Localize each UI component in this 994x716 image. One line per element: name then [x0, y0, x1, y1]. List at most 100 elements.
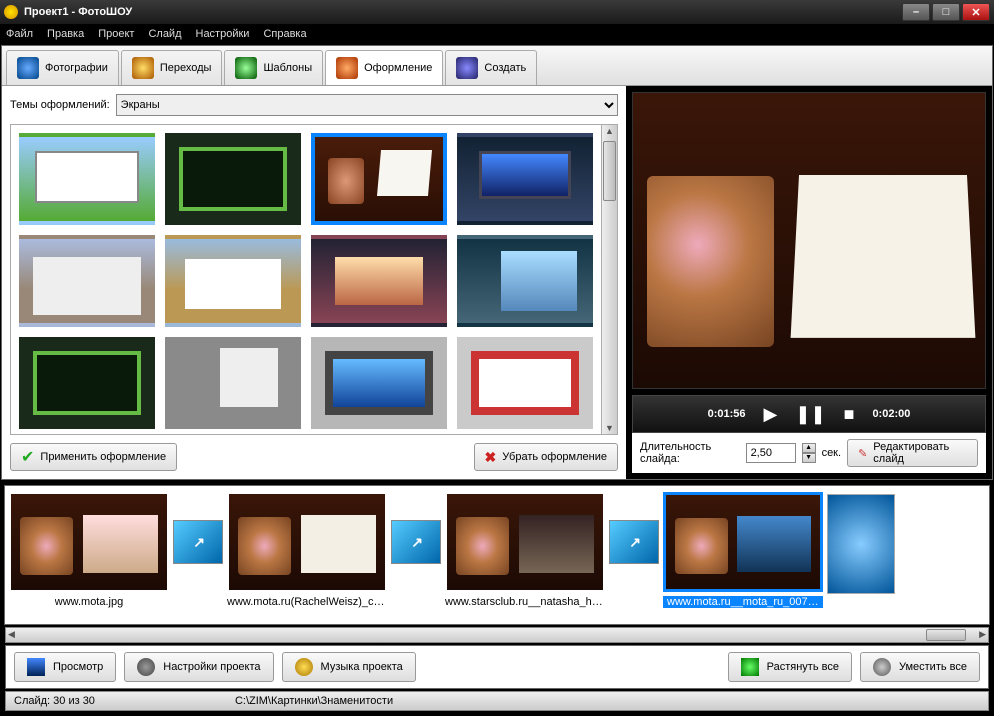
fit-icon — [873, 658, 891, 676]
edit-slide-button[interactable]: ✎ Редактировать слайд — [847, 439, 978, 467]
theme-thumb[interactable] — [19, 133, 155, 225]
transition-thumb[interactable] — [609, 520, 659, 564]
timeline-slide[interactable]: www.starsclub.ru__natasha_hens — [445, 492, 605, 608]
stretch-icon — [741, 658, 759, 676]
preview-panel: 0:01:56 ▶ ❚❚ ■ 0:02:00 Длительность слай… — [626, 86, 992, 479]
tab-transitions[interactable]: Переходы — [121, 50, 223, 85]
tab-templates-label: Шаблоны — [263, 62, 312, 74]
window-title: Проект1 - ФотоШОУ — [24, 6, 902, 18]
maximize-button[interactable]: □ — [932, 3, 960, 21]
status-path: C:\ZIM\Картинки\Знаменитости — [235, 695, 393, 707]
timeline: www.mota.jpg www.mota.ru(RachelWeisz)_ce… — [4, 485, 990, 625]
template-icon — [235, 57, 257, 79]
duration-input[interactable] — [746, 443, 796, 463]
status-slide-count: Слайд: 30 из 30 — [14, 695, 95, 707]
preview-viewport — [632, 92, 986, 389]
theme-thumb[interactable] — [311, 337, 447, 429]
preview-label: Просмотр — [53, 661, 103, 673]
duration-unit: сек. — [822, 447, 842, 459]
tab-design[interactable]: Оформление — [325, 50, 443, 85]
project-music-button[interactable]: Музыка проекта — [282, 652, 416, 682]
theme-thumb[interactable] — [165, 337, 301, 429]
apply-design-button[interactable]: ✔ Применить оформление — [10, 443, 177, 471]
menu-edit[interactable]: Правка — [47, 28, 84, 40]
menu-help[interactable]: Справка — [263, 28, 306, 40]
theme-label: Темы оформлений: — [10, 99, 110, 111]
transition-icon — [132, 57, 154, 79]
time-total: 0:02:00 — [872, 408, 910, 420]
preview-button[interactable]: Просмотр — [14, 652, 116, 682]
slide-caption: www.mota.jpg — [55, 596, 123, 608]
timeline-slide[interactable]: www.mota.jpg — [9, 492, 169, 608]
menu-settings[interactable]: Настройки — [196, 28, 250, 40]
tab-design-label: Оформление — [364, 62, 432, 74]
tab-photos-label: Фотографии — [45, 62, 108, 74]
duration-spinner[interactable]: ▲▼ — [802, 443, 816, 463]
timeline-extra-thumb[interactable] — [827, 494, 895, 594]
time-current: 0:01:56 — [708, 408, 746, 420]
x-icon: ✖ — [485, 449, 497, 466]
transition-thumb[interactable] — [391, 520, 441, 564]
project-settings-button[interactable]: Настройки проекта — [124, 652, 273, 682]
remove-design-button[interactable]: ✖ Убрать оформление — [474, 443, 618, 471]
timeline-slide-selected[interactable]: www.mota.ru__mota_ru_0071613 — [663, 492, 823, 608]
music-label: Музыка проекта — [321, 661, 403, 673]
tab-create-label: Создать — [484, 62, 526, 74]
slide-caption: www.mota.ru(RachelWeisz)_cele — [227, 596, 387, 608]
menu-slide[interactable]: Слайд — [148, 28, 181, 40]
monitor-icon — [27, 658, 45, 676]
stretch-label: Растянуть все — [767, 661, 839, 673]
theme-thumb[interactable] — [457, 235, 593, 327]
slide-caption: www.mota.ru__mota_ru_0071613 — [663, 596, 823, 608]
tab-transitions-label: Переходы — [160, 62, 212, 74]
play-button[interactable]: ▶ — [764, 404, 778, 425]
design-panel: Темы оформлений: Экраны — [2, 86, 626, 479]
fit-label: Уместить все — [899, 661, 967, 673]
menu-project[interactable]: Проект — [98, 28, 134, 40]
minimize-button[interactable]: – — [902, 3, 930, 21]
menu-bar: Файл Правка Проект Слайд Настройки Справ… — [0, 24, 994, 44]
theme-gallery — [11, 125, 601, 434]
status-bar: Слайд: 30 из 30 C:\ZIM\Картинки\Знаменит… — [5, 691, 989, 711]
camcorder-icon — [456, 57, 478, 79]
tab-create[interactable]: Создать — [445, 50, 537, 85]
stretch-all-button[interactable]: Растянуть все — [728, 652, 852, 682]
app-icon — [4, 5, 18, 19]
theme-select[interactable]: Экраны — [116, 94, 618, 116]
theme-thumb-selected[interactable] — [311, 133, 447, 225]
title-bar: Проект1 - ФотоШОУ – □ ✕ — [0, 0, 994, 24]
edit-slide-label: Редактировать слайд — [873, 441, 967, 465]
camera-icon — [17, 57, 39, 79]
stop-button[interactable]: ■ — [844, 404, 855, 425]
theme-thumb[interactable] — [457, 133, 593, 225]
gear-icon — [137, 658, 155, 676]
timeline-slide[interactable]: www.mota.ru(RachelWeisz)_cele — [227, 492, 387, 608]
player-controls: 0:01:56 ▶ ❚❚ ■ 0:02:00 — [632, 395, 986, 433]
theme-thumb[interactable] — [311, 235, 447, 327]
theme-thumb[interactable] — [165, 235, 301, 327]
slide-caption: www.starsclub.ru__natasha_hens — [445, 596, 605, 608]
theme-thumb[interactable] — [19, 337, 155, 429]
apply-label: Применить оформление — [40, 451, 166, 463]
transition-thumb[interactable] — [173, 520, 223, 564]
bottom-toolbar: Просмотр Настройки проекта Музыка проект… — [5, 645, 989, 689]
fit-all-button[interactable]: Уместить все — [860, 652, 980, 682]
theme-thumb[interactable] — [457, 337, 593, 429]
menu-file[interactable]: Файл — [6, 28, 33, 40]
close-button[interactable]: ✕ — [962, 3, 990, 21]
duration-label: Длительность слайда: — [640, 441, 740, 465]
music-icon — [295, 658, 313, 676]
gallery-scrollbar[interactable] — [601, 125, 617, 434]
timeline-scrollbar[interactable] — [5, 627, 989, 643]
theme-thumb[interactable] — [19, 235, 155, 327]
tab-photos[interactable]: Фотографии — [6, 50, 119, 85]
tab-bar: Фотографии Переходы Шаблоны Оформление С… — [2, 46, 992, 86]
edit-icon: ✎ — [858, 447, 867, 460]
pause-button[interactable]: ❚❚ — [795, 404, 825, 425]
tab-templates[interactable]: Шаблоны — [224, 50, 323, 85]
remove-label: Убрать оформление — [502, 451, 607, 463]
theme-thumb[interactable] — [165, 133, 301, 225]
check-icon: ✔ — [21, 447, 34, 467]
settings-label: Настройки проекта — [163, 661, 260, 673]
palette-icon — [336, 57, 358, 79]
